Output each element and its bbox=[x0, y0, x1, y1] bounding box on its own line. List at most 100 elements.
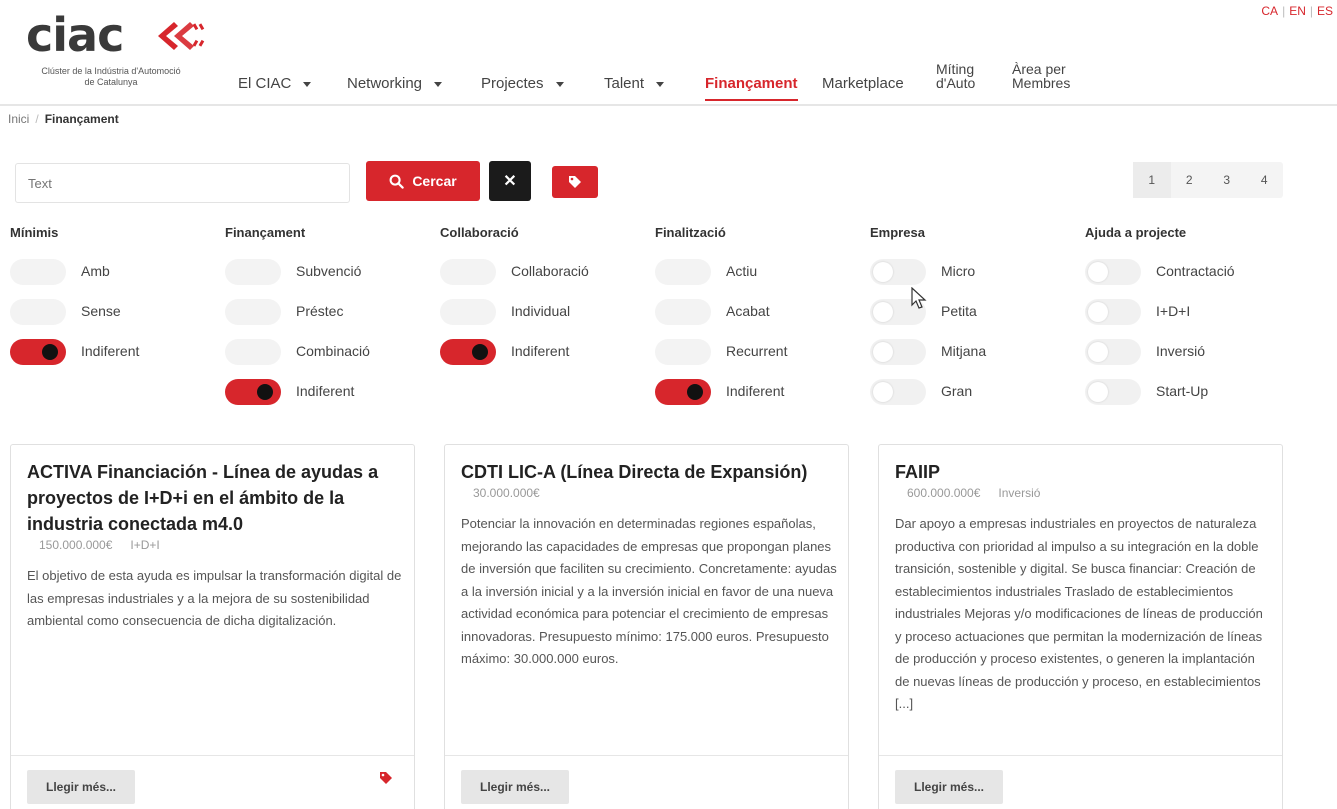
card-footer: Llegir més... bbox=[445, 755, 848, 809]
card-category: I+D+I bbox=[130, 538, 160, 552]
card-title[interactable]: CDTI LIC-A (Línea Directa de Expansión) bbox=[461, 459, 831, 485]
nav-item-financament[interactable]: Finançament bbox=[705, 76, 798, 101]
toggle-knob bbox=[873, 262, 893, 282]
filter-toggle[interactable] bbox=[870, 259, 926, 285]
filter-toggle[interactable] bbox=[225, 339, 281, 365]
nav-item-el-ciac[interactable]: El CIAC bbox=[238, 76, 312, 92]
filter-option-label: Sense bbox=[81, 303, 121, 319]
filter-toggle[interactable] bbox=[225, 379, 281, 405]
ciac-logo[interactable]: ciac Clúster de la Indústria d'Automoció… bbox=[26, 10, 205, 95]
card-category: Inversió bbox=[998, 486, 1041, 500]
search-input[interactable] bbox=[15, 163, 350, 203]
mouse-cursor-icon bbox=[911, 287, 927, 309]
tag-icon bbox=[569, 176, 581, 188]
nav-item-projectes[interactable]: Projectes bbox=[481, 76, 564, 92]
lang-es[interactable]: ES bbox=[1317, 4, 1333, 18]
chevron-down-icon bbox=[303, 81, 312, 87]
chevron-down-icon bbox=[555, 81, 564, 87]
read-more-button[interactable]: Llegir més... bbox=[27, 770, 135, 804]
logo-subtitle: Clúster de la Indústria d'Automoció de C… bbox=[26, 66, 196, 88]
page-4-button[interactable]: 4 bbox=[1246, 162, 1284, 198]
filter-toggle[interactable] bbox=[870, 379, 926, 405]
lang-sep: | bbox=[1282, 4, 1286, 18]
search-button[interactable]: Cercar bbox=[366, 161, 480, 201]
clear-button[interactable]: ✕ bbox=[489, 161, 531, 201]
toggle-knob bbox=[1088, 382, 1108, 402]
filter-option-label: Amb bbox=[81, 263, 110, 279]
filter-toggle[interactable] bbox=[225, 259, 281, 285]
filter-option-label: Indiferent bbox=[296, 383, 355, 399]
nav-item-marketplace[interactable]: Marketplace bbox=[822, 76, 904, 92]
filter-option-label: Combinació bbox=[296, 343, 370, 359]
filter-group: Finalització Actiu Acabat Recurrent Indifere… bbox=[655, 225, 855, 405]
card-title[interactable]: ACTIVA Financiación - Línea de ayudas a … bbox=[27, 459, 397, 537]
nav-label-line2: d'Auto bbox=[936, 75, 976, 91]
toggle-knob bbox=[873, 342, 893, 362]
toggle-knob bbox=[1088, 302, 1108, 322]
filter-option-label: Préstec bbox=[296, 303, 344, 319]
filter-toggle[interactable] bbox=[1085, 339, 1141, 365]
nav-item-talent[interactable]: Talent bbox=[604, 75, 665, 92]
filter-option-label: Start-Up bbox=[1156, 383, 1209, 399]
filter-toggle[interactable] bbox=[870, 339, 926, 365]
filter-toggle[interactable] bbox=[1085, 259, 1141, 285]
filter-toggle[interactable] bbox=[10, 259, 66, 285]
card-meta: 30.000.000€ bbox=[473, 486, 558, 500]
lang-en[interactable]: EN bbox=[1289, 4, 1306, 18]
nav-item-miting-auto[interactable]: Míting d'Auto bbox=[936, 62, 975, 90]
card-amount: 30.000.000€ bbox=[473, 486, 540, 500]
filter-group: Collaboració Collaboració Individual Indife… bbox=[440, 225, 640, 365]
filter-group-title: Empresa bbox=[870, 225, 925, 240]
filter-toggle[interactable] bbox=[1085, 299, 1141, 325]
nav-label-line1: Àrea per bbox=[1012, 61, 1066, 77]
filter-toggle[interactable] bbox=[655, 339, 711, 365]
nav-label: Talent bbox=[604, 75, 645, 92]
logo-subtitle-line2: de Catalunya bbox=[84, 77, 138, 87]
toggle-knob bbox=[472, 344, 488, 360]
nav-item-networking[interactable]: Networking bbox=[347, 75, 443, 92]
filter-toggle[interactable] bbox=[10, 339, 66, 365]
filter-toggle[interactable] bbox=[655, 259, 711, 285]
card-meta: 600.000.000€ Inversió bbox=[907, 486, 1058, 500]
nav-label: Projectes bbox=[481, 75, 544, 92]
filter-group-title: Finançament bbox=[225, 225, 306, 240]
filter-group-title: Ajuda a projecte bbox=[1085, 225, 1187, 240]
filter-toggle[interactable] bbox=[440, 299, 496, 325]
filter-option-label: Acabat bbox=[726, 303, 770, 319]
page-3-button[interactable]: 3 bbox=[1208, 162, 1246, 198]
read-more-button[interactable]: Llegir més... bbox=[895, 770, 1003, 804]
read-more-button[interactable]: Llegir més... bbox=[461, 770, 569, 804]
card-title[interactable]: FAIIP bbox=[895, 459, 1265, 485]
tag-icon[interactable] bbox=[378, 770, 394, 786]
chevron-down-icon bbox=[434, 81, 443, 87]
filter-option-label: Inversió bbox=[1156, 343, 1206, 359]
page-2-button[interactable]: 2 bbox=[1171, 162, 1209, 198]
page-1-button[interactable]: 1 bbox=[1133, 162, 1171, 198]
funding-card: ACTIVA Financiación - Línea de ayudas a … bbox=[10, 444, 415, 809]
toggle-knob bbox=[687, 384, 703, 400]
tag-filter-button[interactable] bbox=[552, 166, 598, 198]
card-amount: 150.000.000€ bbox=[39, 538, 113, 552]
filter-toggle[interactable] bbox=[1085, 379, 1141, 405]
filter-toggle[interactable] bbox=[655, 299, 711, 325]
breadcrumb-home[interactable]: Inici bbox=[8, 112, 29, 126]
filter-toggle[interactable] bbox=[10, 299, 66, 325]
funding-card: FAIIP 600.000.000€ Inversió Dar apoyo a e… bbox=[878, 444, 1283, 809]
filter-toggle[interactable] bbox=[440, 259, 496, 285]
filter-option-label: Individual bbox=[511, 303, 571, 319]
toggle-knob bbox=[873, 302, 893, 322]
active-underline bbox=[705, 99, 798, 101]
card-description: El objetivo de esta ayuda es impulsar la… bbox=[27, 568, 402, 628]
filter-toggle[interactable] bbox=[440, 339, 496, 365]
filter-toggle[interactable] bbox=[655, 379, 711, 405]
filter-option-label: Gran bbox=[941, 383, 973, 399]
search-icon bbox=[389, 174, 405, 189]
chevron-down-icon bbox=[656, 81, 665, 87]
filter-option-label: Subvenció bbox=[296, 263, 362, 279]
filter-toggle[interactable] bbox=[225, 299, 281, 325]
nav-label: Marketplace bbox=[822, 75, 904, 92]
lang-ca[interactable]: CA bbox=[1261, 4, 1278, 18]
nav-label: Networking bbox=[347, 75, 423, 92]
filter-option-label: Actiu bbox=[726, 263, 758, 279]
nav-item-area-membres[interactable]: Àrea per Membres bbox=[1012, 62, 1070, 90]
